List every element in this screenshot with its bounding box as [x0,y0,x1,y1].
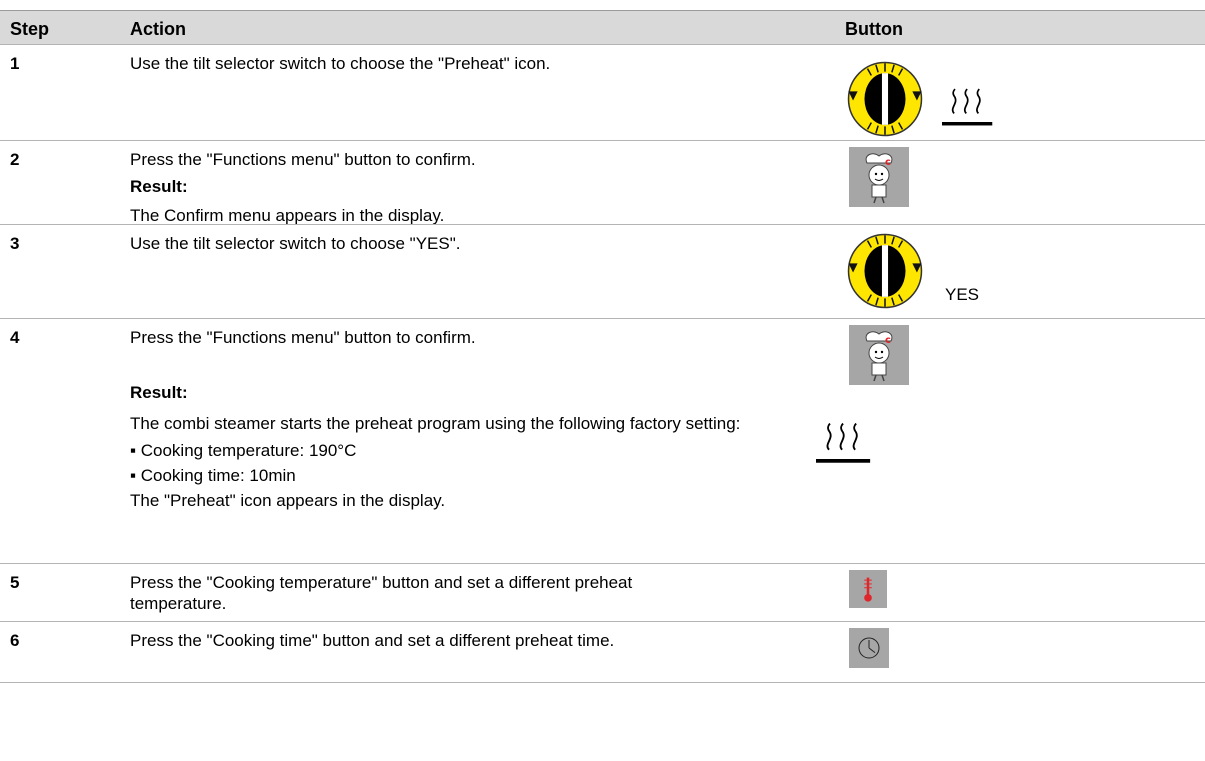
action-text: Press the "Cooking temperature" button a… [130,572,730,614]
action-line: The Confirm menu appears in the display. [130,206,445,225]
table-header: Step Action Button [0,10,1205,44]
bullet-item: ▪ Cooking time: 10min [130,466,296,485]
action-line: Press the "Cooking time" button and set … [130,631,615,650]
action-text: Use the tilt selector switch to choose t… [130,53,830,74]
tilt-selector-switch-icon [845,233,925,309]
header-step: Step [10,19,50,39]
preheat-icon [816,421,872,469]
action-text: Use the tilt selector switch to choose "… [130,233,830,254]
action-line: Press the "Cooking temperature" button a… [130,573,633,613]
action-line: Use the tilt selector switch to choose t… [130,54,551,73]
tilt-selector-switch-icon [845,61,925,137]
action-line: The "Preheat" icon appears in the displa… [130,491,446,510]
step-number: 4 [10,328,20,347]
step-number: 3 [10,234,20,253]
yes-label: YES [945,285,980,304]
action-line: Press the "Functions menu" button to con… [130,328,476,347]
table-row: 2 Press the "Functions menu" button to c… [0,140,1205,226]
header-action: Action [130,19,186,39]
action-line: Press the "Functions menu" button to con… [130,150,476,169]
thermometer-icon [849,570,887,608]
table-row: 1 Use the tilt selector switch to choose… [0,44,1205,140]
preheat-icon [942,87,994,131]
action-line: The combi steamer starts the preheat pro… [130,414,741,433]
header-button: Button [845,19,903,39]
step-number: 6 [10,631,20,650]
step-number: 2 [10,150,20,169]
action-text: Press the "Cooking time" button and set … [130,630,830,651]
functions-menu-chef-icon [849,325,909,385]
result-label: Result: [130,383,188,402]
table-row: 4 Press the "Functions menu" button to c… [0,318,1205,563]
result-label: Result: [130,177,188,196]
bullet-item: ▪ Cooking temperature: 190°C [130,441,357,460]
step-number: 5 [10,573,20,592]
table-row: 5 Press the "Cooking temperature" button… [0,563,1205,621]
table-row: 3 Use the tilt selector switch to choose… [0,224,1205,318]
action-text: Press the "Functions menu" button to con… [130,327,830,511]
instruction-table: Step Action Button 1 Use the tilt select… [0,10,1205,683]
clock-icon [849,628,889,668]
functions-menu-chef-icon [849,147,909,207]
table-row: 6 Press the "Cooking time" button and se… [0,621,1205,683]
step-number: 1 [10,54,20,73]
action-line: Use the tilt selector switch to choose "… [130,234,461,253]
action-text: Press the "Functions menu" button to con… [130,149,830,226]
